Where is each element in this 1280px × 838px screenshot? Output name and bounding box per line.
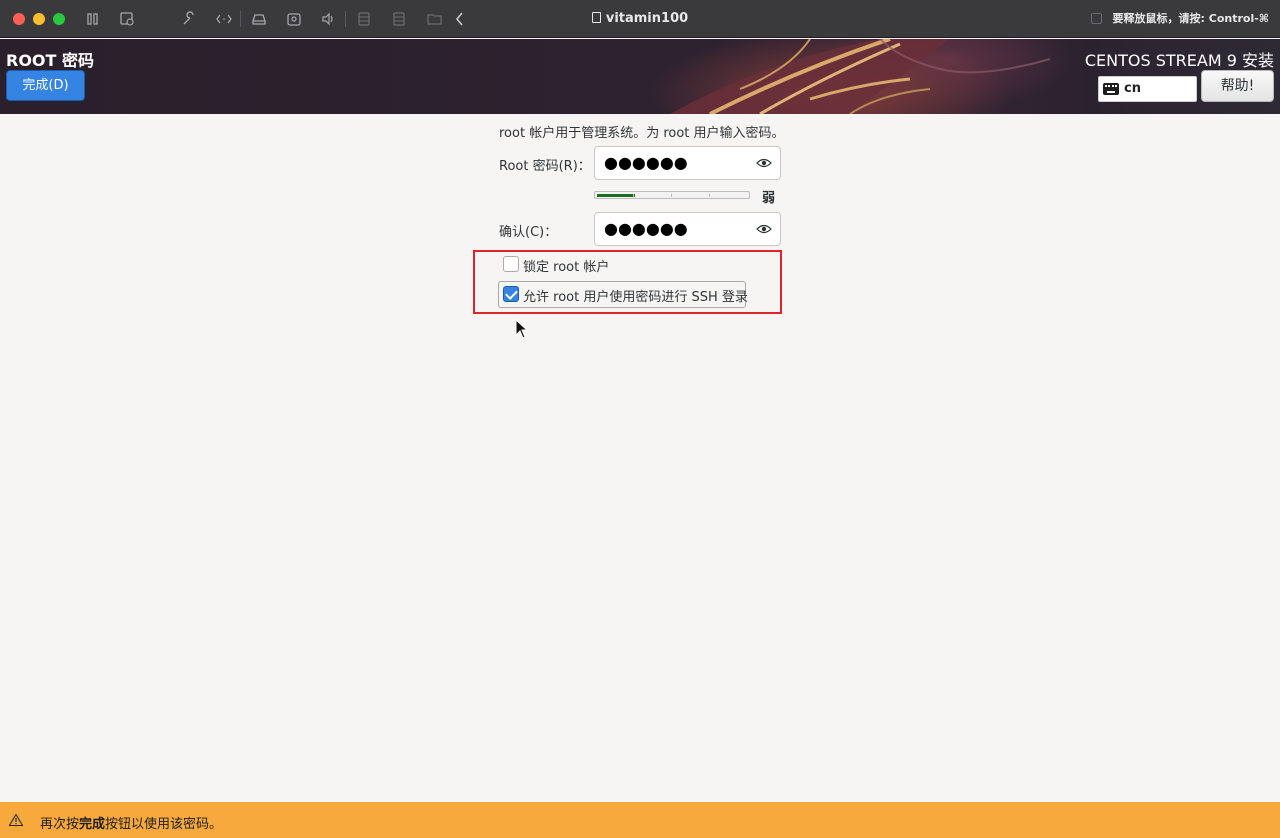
warning-bar: 再次按完成按钮以使用该密码。 xyxy=(0,802,1280,838)
wrench-icon[interactable] xyxy=(180,10,198,28)
mouse-release-hint: 要释放鼠标，请按: Control-⌘ xyxy=(1112,12,1269,25)
warning-prefix: 再次按 xyxy=(40,817,80,832)
copy-icon[interactable] xyxy=(1091,13,1102,24)
minimize-window-button[interactable] xyxy=(33,13,45,25)
window-title-text: vitamin100 xyxy=(605,11,689,26)
snapshot-icon[interactable] xyxy=(118,10,136,28)
installer-header: ROOT 密码 完成(D) CENTOS STREAM 9 安装 xyxy=(0,39,1280,114)
toolbar-divider xyxy=(240,11,241,27)
disk-icon[interactable] xyxy=(250,10,268,28)
window-titlebar: vitamin100 要释放鼠标，请按: Control-⌘ xyxy=(0,0,1280,38)
allow-ssh-label[interactable]: 允许 root 用户使用密码进行 SSH 登录 xyxy=(523,286,748,305)
password-mask: ●●●●●● xyxy=(604,153,688,172)
toolbar-divider xyxy=(345,11,346,27)
password-strength-bar xyxy=(594,191,750,199)
lock-root-label[interactable]: 锁定 root 帐户 xyxy=(523,256,609,275)
strength-segment-divider xyxy=(671,194,672,197)
folder-icon[interactable] xyxy=(426,10,444,28)
warning-bold-done: 完成 xyxy=(79,817,106,832)
pause-icon[interactable] xyxy=(84,10,102,28)
mouse-cursor-icon xyxy=(515,319,529,339)
confirm-password-field[interactable]: ●●●●●● xyxy=(594,212,781,246)
usb-icon[interactable] xyxy=(355,10,373,28)
intro-text: root 帐户用于管理系统。为 root 用户输入密码。 xyxy=(499,126,785,141)
zoom-window-button[interactable] xyxy=(53,13,65,25)
password-strength-fill xyxy=(597,194,635,197)
lock-root-checkbox[interactable] xyxy=(503,256,519,272)
spoke-title: ROOT 密码 xyxy=(6,51,95,70)
keyboard-icon xyxy=(1103,83,1119,95)
camera-icon[interactable] xyxy=(285,10,303,28)
document-icon xyxy=(591,12,601,23)
code-icon[interactable] xyxy=(215,10,233,28)
help-button[interactable]: 帮助! xyxy=(1201,70,1274,102)
product-title: CENTOS STREAM 9 安装 xyxy=(1084,51,1274,70)
done-button[interactable]: 完成(D) xyxy=(6,70,85,101)
eye-icon[interactable] xyxy=(756,223,772,235)
warning-suffix: 按钮以使用该密码。 xyxy=(105,817,223,832)
eye-icon[interactable] xyxy=(756,157,772,169)
password-label: Root 密码(R)： xyxy=(499,159,591,174)
sound-icon[interactable] xyxy=(320,10,338,28)
confirm-password-mask: ●●●●●● xyxy=(604,219,688,238)
strength-segment-divider xyxy=(709,194,710,197)
confirm-label: 确认(C)： xyxy=(499,225,558,240)
allow-ssh-checkbox[interactable] xyxy=(503,286,519,302)
password-field[interactable]: ●●●●●● xyxy=(594,146,781,180)
warning-message: 再次按完成按钮以使用该密码。 xyxy=(40,813,222,832)
strength-segment-divider xyxy=(633,194,634,197)
warning-icon xyxy=(9,814,23,826)
keyboard-layout-indicator[interactable]: cn xyxy=(1098,76,1197,102)
password-strength-label: 弱 xyxy=(762,191,776,206)
close-window-button[interactable] xyxy=(13,13,25,25)
keyboard-layout-label: cn xyxy=(1124,81,1141,96)
header-artwork xyxy=(670,39,1051,114)
chevron-left-icon[interactable] xyxy=(451,10,469,28)
drive-icon[interactable] xyxy=(390,10,408,28)
